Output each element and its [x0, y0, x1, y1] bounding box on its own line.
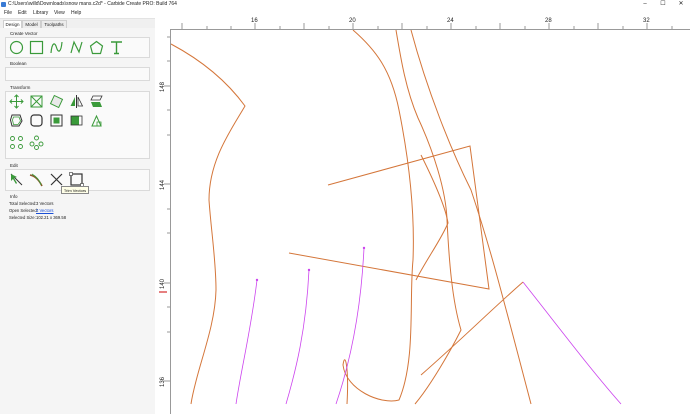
vector-diagonal-line [410, 30, 532, 405]
selected-vector-3 [335, 247, 365, 405]
open-selected-label: Open Selected: [9, 208, 38, 213]
polygon-icon[interactable] [89, 40, 104, 55]
create-vector-heading: Create Vector [10, 31, 38, 36]
selected-size-value: 102.21 x 369.58 [36, 215, 67, 220]
title-bar: C:\Users\willd\Downloads\snow mans.c2d* … [0, 0, 690, 9]
rotate-icon[interactable] [49, 94, 64, 109]
tab-toolpaths[interactable]: Toolpaths [41, 20, 67, 28]
menu-help[interactable]: Help [71, 9, 81, 18]
rectangle-icon[interactable] [29, 40, 44, 55]
fillet-icon[interactable] [29, 113, 44, 128]
info-selected-size: Selected Size: 102.21 x 369.58 [9, 215, 66, 220]
maximize-button[interactable]: ☐ [654, 0, 672, 9]
y-tick-148: 148 [160, 81, 166, 92]
y-tick-144: 144 [160, 179, 166, 190]
vector-drawing[interactable] [171, 30, 690, 414]
info-open-selected: Open Selected: 3 Vectors [9, 208, 53, 213]
menu-file[interactable]: File [4, 9, 12, 18]
vector-inner-curve [415, 154, 449, 281]
minimize-button[interactable]: – [636, 0, 654, 9]
window-title: C:\Users\willd\Downloads\snow mans.c2d* … [8, 1, 177, 7]
info-total-selected: Total Selected: 3 Vectors [9, 201, 53, 206]
open-selected-link[interactable]: 3 Vectors [36, 208, 53, 213]
trace-image-icon[interactable] [69, 113, 84, 128]
app-icon [1, 2, 6, 7]
trim-vectors-icon[interactable] [69, 172, 84, 187]
vector-lower-right-line [420, 281, 524, 376]
vector-left-body [171, 43, 246, 405]
skew-icon[interactable] [89, 94, 104, 109]
total-selected-label: Total Selected: [9, 201, 37, 206]
edit-heading: Edit [10, 163, 18, 168]
tab-model[interactable]: Model [22, 20, 41, 28]
vector-upper-line [288, 145, 490, 290]
offset-icon[interactable] [9, 113, 24, 128]
y-tick-136: 136 [160, 376, 166, 387]
horizontal-ruler: 16 20 24 28 32 [170, 18, 690, 30]
total-selected-value: 3 Vectors [36, 201, 54, 206]
linear-array-icon[interactable] [89, 113, 104, 128]
trim-icon[interactable] [49, 172, 64, 187]
curve-icon[interactable] [49, 40, 64, 55]
menu-library[interactable]: Library [33, 9, 48, 18]
selected-vector-1 [235, 279, 258, 405]
selected-vector-2 [285, 269, 310, 405]
x-tick-16: 16 [251, 18, 258, 24]
info-heading: Info [10, 194, 18, 199]
boolean-section [5, 67, 150, 81]
trim-vectors-tooltip: Trim Vectors [61, 186, 89, 194]
selected-vector-4 [522, 281, 622, 405]
circular-array-icon[interactable] [9, 135, 24, 150]
x-tick-32: 32 [643, 18, 650, 24]
vector-center-body [342, 30, 414, 405]
menu-edit[interactable]: Edit [18, 9, 27, 18]
join-icon[interactable] [29, 172, 44, 187]
selected-size-label: Selected Size: [9, 215, 36, 220]
text-icon[interactable] [109, 40, 124, 55]
polyline-icon[interactable] [69, 40, 84, 55]
scale-icon[interactable] [29, 94, 44, 109]
node-edit-icon[interactable] [9, 172, 24, 187]
close-button[interactable]: ✕ [672, 0, 690, 9]
tab-design[interactable]: Design [3, 20, 22, 28]
y-tick-140: 140 [160, 278, 166, 289]
circle-icon[interactable] [9, 40, 24, 55]
align-icon[interactable] [49, 113, 64, 128]
array-ring-icon[interactable] [29, 135, 44, 150]
mirror-icon[interactable] [69, 94, 84, 109]
move-icon[interactable] [9, 94, 24, 109]
panel-tabs: Design Model Toolpaths [0, 19, 160, 28]
x-tick-20: 20 [349, 18, 356, 24]
x-tick-24: 24 [447, 18, 454, 24]
x-tick-28: 28 [545, 18, 552, 24]
boolean-heading: Boolean [10, 61, 27, 66]
transform-heading: Transform [10, 85, 31, 90]
vertical-ruler: 148 144 140 136 [159, 29, 171, 414]
menu-view[interactable]: View [54, 9, 65, 18]
